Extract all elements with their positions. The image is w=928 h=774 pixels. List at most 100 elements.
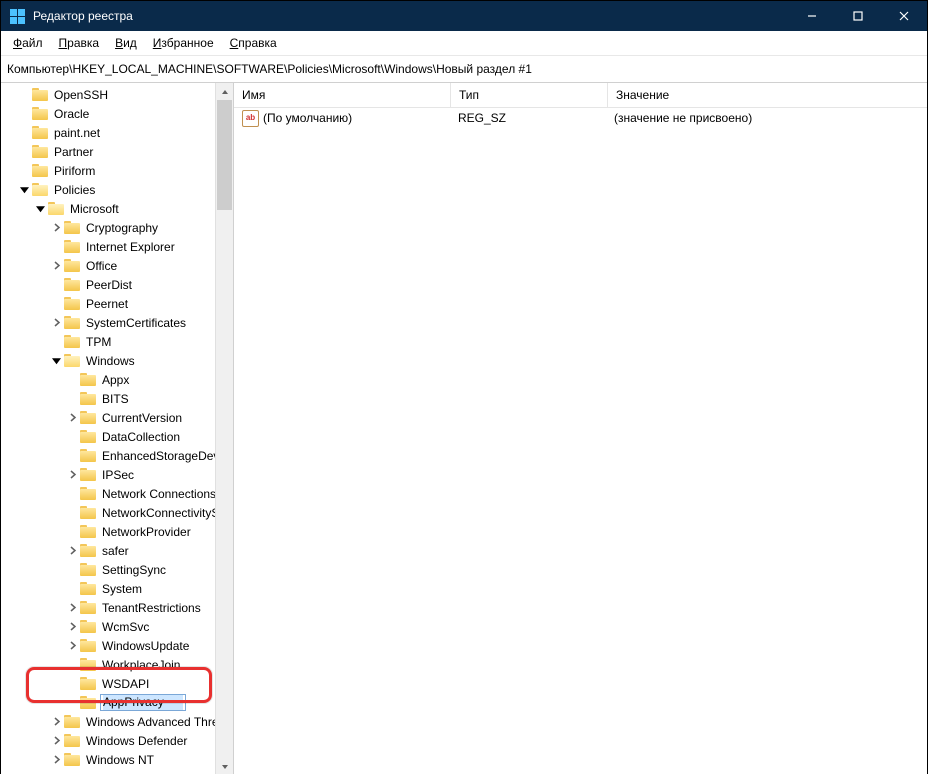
tree-node[interactable]: System <box>5 579 215 598</box>
scroll-up-button[interactable] <box>216 83 233 100</box>
tree-node[interactable]: NetworkProvider <box>5 522 215 541</box>
tree-node[interactable]: CurrentVersion <box>5 408 215 427</box>
tree-node[interactable]: BITS <box>5 389 215 408</box>
expand-icon[interactable] <box>65 410 80 425</box>
tree-node[interactable]: Windows NT <box>5 750 215 769</box>
expand-icon[interactable] <box>49 733 64 748</box>
values-list[interactable]: ab(По умолчанию)REG_SZ(значение не присв… <box>234 108 927 774</box>
menu-help[interactable]: Справка <box>222 34 285 52</box>
tree-node[interactable]: EnhancedStorageDevices <box>5 446 215 465</box>
folder-icon <box>32 88 48 102</box>
tree-node[interactable]: Windows Advanced Threat P <box>5 712 215 731</box>
tree-node[interactable]: Appx <box>5 370 215 389</box>
tree-node[interactable]: Piriform <box>5 161 215 180</box>
tree-node[interactable]: WindowsUpdate <box>5 636 215 655</box>
expand-icon[interactable] <box>49 220 64 235</box>
tree-node[interactable]: Peernet <box>5 294 215 313</box>
value-type-cell: REG_SZ <box>450 111 606 125</box>
tree-node[interactable]: TPM <box>5 332 215 351</box>
close-button[interactable] <box>881 1 927 31</box>
tree-node[interactable]: safer <box>5 541 215 560</box>
expand-icon[interactable] <box>49 258 64 273</box>
value-row[interactable]: ab(По умолчанию)REG_SZ(значение не присв… <box>234 108 927 128</box>
menu-file[interactable]: Файл <box>5 34 51 52</box>
folder-icon <box>80 373 96 387</box>
tree-node-label: DataCollection <box>100 430 182 444</box>
minimize-button[interactable] <box>789 1 835 31</box>
tree-node[interactable]: DataCollection <box>5 427 215 446</box>
tree-node-label: Windows <box>84 354 137 368</box>
tree-node-label: SystemCertificates <box>84 316 188 330</box>
tree-scrollbar[interactable] <box>215 83 233 774</box>
folder-icon <box>64 715 80 729</box>
tree-node-label: Partner <box>52 145 95 159</box>
tree-node[interactable]: SystemCertificates <box>5 313 215 332</box>
tree-node[interactable]: Cryptography <box>5 218 215 237</box>
tree-node[interactable]: Windows Defender <box>5 731 215 750</box>
tree-node[interactable]: PeerDist <box>5 275 215 294</box>
tree-node[interactable]: OpenSSH <box>5 85 215 104</box>
expand-icon[interactable] <box>65 619 80 634</box>
tree-node[interactable]: WcmSvc <box>5 617 215 636</box>
tree-node-editing[interactable] <box>5 693 215 712</box>
collapse-icon[interactable] <box>17 182 32 197</box>
list-header: Имя Тип Значение <box>234 83 927 108</box>
scroll-track[interactable] <box>216 100 233 758</box>
tree-node-label: WorkplaceJoin <box>100 658 182 672</box>
registry-tree[interactable]: OpenSSHOraclepaint.net Partner PiriformPol… <box>1 83 215 774</box>
tree-node[interactable]: Internet Explorer <box>5 237 215 256</box>
tree-node-label: Windows NT <box>84 753 156 767</box>
tree-node[interactable]: Microsoft <box>5 199 215 218</box>
expand-icon[interactable] <box>49 752 64 767</box>
folder-icon <box>48 202 64 216</box>
tree-node-label: WcmSvc <box>100 620 151 634</box>
tree-node-label: Windows Defender <box>84 734 189 748</box>
collapse-icon[interactable] <box>49 353 64 368</box>
tree-node[interactable]: Partner <box>5 142 215 161</box>
menu-edit[interactable]: Правка <box>51 34 108 52</box>
menu-favorites[interactable]: Избранное <box>145 34 222 52</box>
tree-node-label: IPSec <box>100 468 136 482</box>
tree-node[interactable]: Office <box>5 256 215 275</box>
folder-icon <box>80 506 96 520</box>
folder-icon <box>64 753 80 767</box>
folder-icon <box>64 297 80 311</box>
expand-icon[interactable] <box>49 315 64 330</box>
tree-node[interactable]: paint.net <box>5 123 215 142</box>
scroll-thumb[interactable] <box>217 100 232 210</box>
collapse-icon[interactable] <box>33 201 48 216</box>
expand-icon[interactable] <box>65 467 80 482</box>
tree-node[interactable]: SettingSync <box>5 560 215 579</box>
tree-node-label: WindowsUpdate <box>100 639 191 653</box>
folder-icon <box>80 582 96 596</box>
tree-node[interactable]: Network Connections <box>5 484 215 503</box>
col-type-header[interactable]: Тип <box>451 83 608 107</box>
rename-input[interactable] <box>103 695 183 710</box>
maximize-button[interactable] <box>835 1 881 31</box>
scroll-down-button[interactable] <box>216 758 233 774</box>
tree-node[interactable]: WorkplaceJoin <box>5 655 215 674</box>
rename-input-wrapper[interactable] <box>100 694 186 711</box>
expand-icon[interactable] <box>65 638 80 653</box>
tree-node[interactable]: Policies <box>5 180 215 199</box>
tree-node-label: PeerDist <box>84 278 134 292</box>
tree-node[interactable]: TenantRestrictions <box>5 598 215 617</box>
menu-view[interactable]: Вид <box>107 34 145 52</box>
col-value-header[interactable]: Значение <box>608 83 927 107</box>
tree-node[interactable]: Oracle <box>5 104 215 123</box>
window-title: Редактор реестра <box>33 9 133 23</box>
tree-node[interactable]: IPSec <box>5 465 215 484</box>
tree-node[interactable]: WSDAPI <box>5 674 215 693</box>
folder-icon <box>80 525 96 539</box>
address-bar[interactable]: Компьютер\HKEY_LOCAL_MACHINE\SOFTWARE\Po… <box>1 56 927 83</box>
expand-icon[interactable] <box>65 543 80 558</box>
folder-icon <box>64 335 80 349</box>
folder-icon <box>64 278 80 292</box>
tree-node[interactable]: NetworkConnectivityStatu <box>5 503 215 522</box>
expand-icon[interactable] <box>65 600 80 615</box>
folder-icon <box>64 316 80 330</box>
tree-node[interactable]: Windows <box>5 351 215 370</box>
expand-icon[interactable] <box>49 714 64 729</box>
col-name-header[interactable]: Имя <box>234 83 451 107</box>
titlebar[interactable]: Редактор реестра <box>1 1 927 31</box>
